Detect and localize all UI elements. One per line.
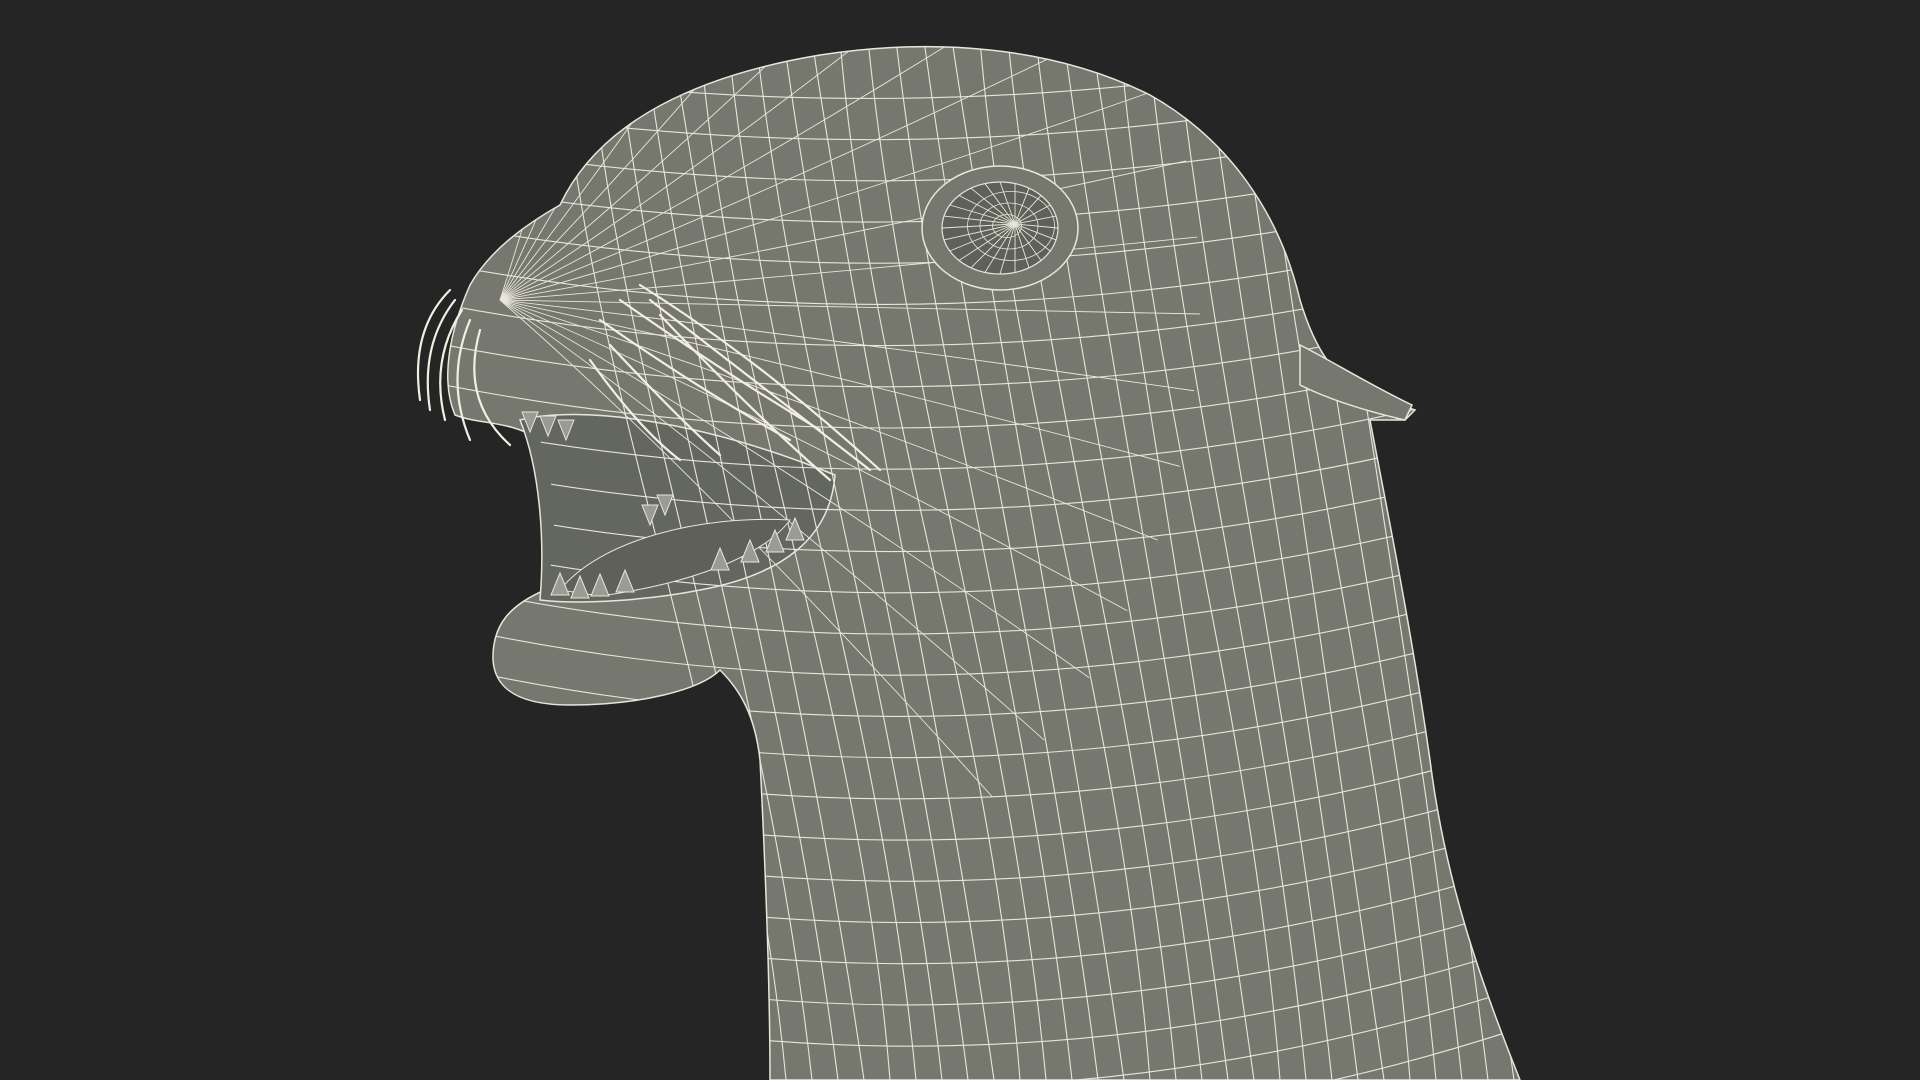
3d-viewport[interactable] xyxy=(0,0,1920,1080)
eye xyxy=(921,165,1079,291)
sea-lion-wireframe-render xyxy=(416,45,1521,1080)
